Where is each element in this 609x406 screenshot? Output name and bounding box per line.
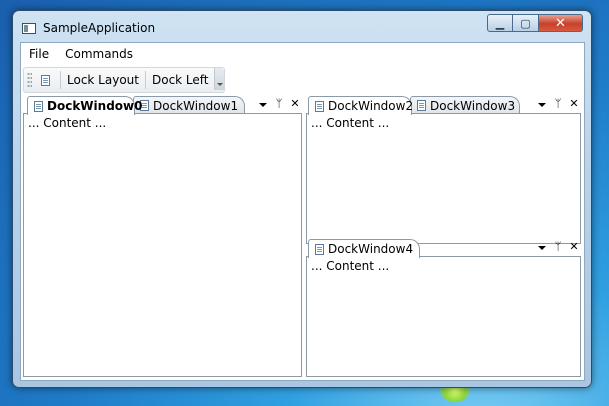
content-text: ... Content ... <box>311 116 390 130</box>
lock-layout-button[interactable]: Lock Layout <box>62 70 144 90</box>
toolbar: Lock Layout Dock Left <box>23 67 225 93</box>
dock-pane-bottom-right: DockWindow4 ᛘ ✕ ... Content ... <box>306 237 581 377</box>
pin-icon[interactable]: ᛘ <box>553 240 563 253</box>
document-icon <box>315 100 324 112</box>
dock-left-button[interactable]: Dock Left <box>147 70 214 90</box>
toolbar-separator <box>60 71 61 89</box>
tab-label: DockWindow1 <box>153 98 239 113</box>
document-icon <box>41 74 50 86</box>
close-icon: ✕ <box>555 15 566 31</box>
pane-content: ... Content ... <box>306 113 581 244</box>
tab-label: DockWindow4 <box>328 242 414 256</box>
tab-dockwindow3[interactable]: DockWindow3 <box>410 96 520 114</box>
dropdown-icon[interactable] <box>537 97 547 110</box>
application-window: SampleApplication ▁ ▢ ✕ File Commands Lo… <box>12 10 592 388</box>
app-icon <box>22 23 36 34</box>
menu-item-file[interactable]: File <box>21 47 57 61</box>
dock-pane-top-right: DockWindow2 DockWindow3 ᛘ ✕ ... Content … <box>306 94 581 244</box>
tab-label: DockWindow3 <box>430 98 516 113</box>
dropdown-icon[interactable] <box>258 97 268 110</box>
client-area: File Commands Lock Layout Dock Left Dock… <box>20 42 585 381</box>
maximize-icon: ▢ <box>520 16 531 30</box>
document-icon <box>417 100 426 111</box>
tab-strip: DockWindow2 DockWindow3 ᛘ ✕ <box>306 94 581 115</box>
title-bar[interactable]: SampleApplication ▁ ▢ ✕ <box>13 11 591 41</box>
close-button[interactable]: ✕ <box>539 14 583 32</box>
pane-buttons: ᛘ ✕ <box>258 97 300 110</box>
maximize-button[interactable]: ▢ <box>513 14 539 32</box>
menu-item-commands[interactable]: Commands <box>57 47 141 61</box>
window-title: SampleApplication <box>43 21 156 35</box>
close-icon[interactable]: ✕ <box>290 97 300 110</box>
menu-bar: File Commands <box>21 43 584 65</box>
document-icon <box>34 100 43 112</box>
toolbar-overflow-button[interactable] <box>213 68 224 90</box>
tab-dockwindow0[interactable]: DockWindow0 <box>27 96 142 115</box>
tab-label: DockWindow2 <box>328 99 414 113</box>
close-icon[interactable]: ✕ <box>569 97 579 110</box>
content-text: ... Content ... <box>28 116 107 130</box>
tab-dockwindow1[interactable]: DockWindow1 <box>133 96 245 114</box>
document-icon <box>315 243 324 255</box>
toolbar-separator <box>144 71 146 89</box>
tab-strip: DockWindow4 ᛘ ✕ <box>306 237 581 258</box>
close-icon[interactable]: ✕ <box>569 240 579 253</box>
dock-pane-left: DockWindow0 DockWindow1 ᛘ ✕ ... Content … <box>23 94 302 377</box>
minimize-icon: ▁ <box>495 16 505 30</box>
pane-content: ... Content ... <box>23 113 302 377</box>
tab-dockwindow2[interactable]: DockWindow2 <box>308 96 414 115</box>
new-document-button[interactable] <box>36 70 59 90</box>
dropdown-icon[interactable] <box>537 240 547 253</box>
pane-buttons: ᛘ ✕ <box>537 97 579 110</box>
tab-dockwindow4[interactable]: DockWindow4 <box>308 239 420 258</box>
content-text: ... Content ... <box>311 259 390 273</box>
caption-buttons: ▁ ▢ ✕ <box>487 14 583 32</box>
minimize-button[interactable]: ▁ <box>487 14 513 32</box>
tab-label: DockWindow0 <box>47 99 143 113</box>
pin-icon[interactable]: ᛘ <box>553 97 563 110</box>
pin-icon[interactable]: ᛘ <box>274 97 284 110</box>
toolbar-grip[interactable] <box>27 72 32 88</box>
pane-buttons: ᛘ ✕ <box>537 240 579 253</box>
tab-strip: DockWindow0 DockWindow1 ᛘ ✕ <box>23 94 302 115</box>
pane-content: ... Content ... <box>306 256 581 377</box>
